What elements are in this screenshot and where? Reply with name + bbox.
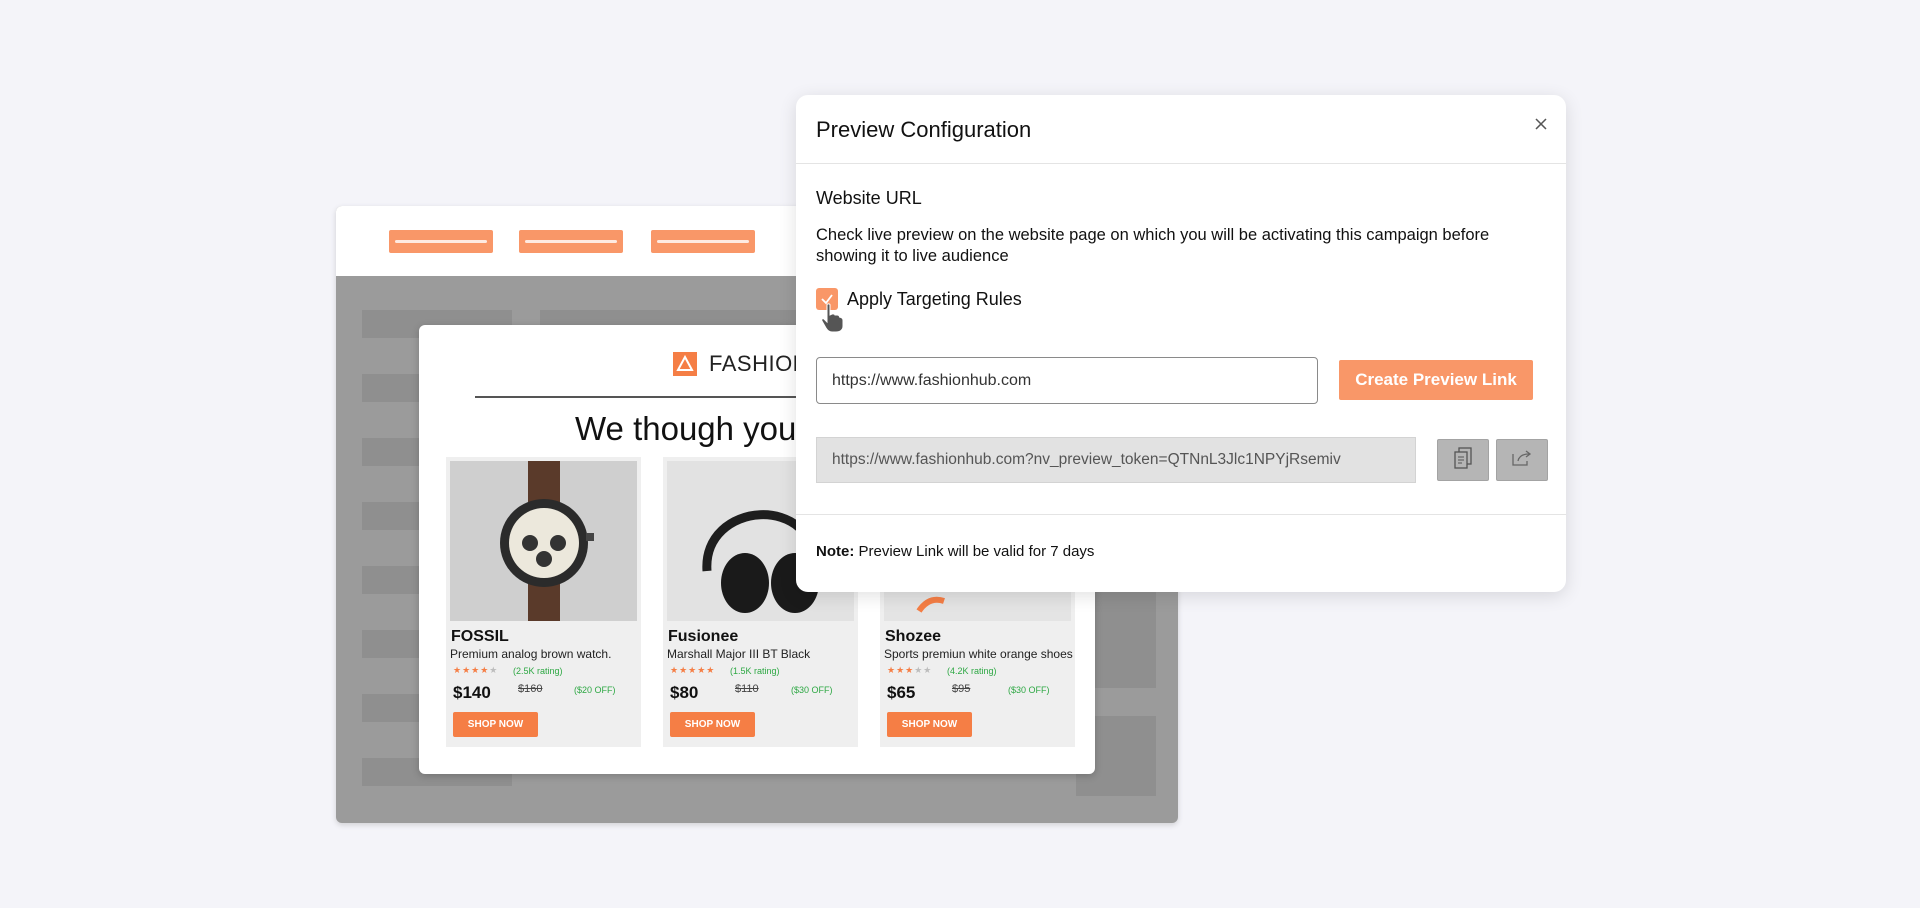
- preview-link-field[interactable]: https://www.fashionhub.com?nv_preview_to…: [816, 437, 1416, 483]
- nav-item: [519, 230, 623, 253]
- shop-now-button[interactable]: SHOP NOW: [887, 712, 972, 737]
- product-description: Sports premiun white orange shoes: [884, 647, 1073, 661]
- share-icon: [1510, 448, 1534, 473]
- product-image-watch: [450, 461, 637, 621]
- product-description: Premium analog brown watch.: [450, 647, 612, 661]
- validity-note: Note: Preview Link will be valid for 7 d…: [816, 543, 1094, 560]
- brand-logo-icon: [673, 352, 697, 376]
- product-card: FOSSIL Premium analog brown watch. ★★★★★…: [446, 457, 641, 747]
- popup-headline: We though you': [575, 410, 803, 447]
- divider: [796, 163, 1566, 164]
- star-rating: ★★★★★: [670, 665, 716, 675]
- note-label: Note:: [816, 543, 855, 560]
- copy-link-button[interactable]: [1437, 439, 1489, 481]
- share-link-button[interactable]: [1496, 439, 1548, 481]
- website-url-input[interactable]: [816, 357, 1318, 404]
- product-brand: Shozee: [885, 628, 942, 645]
- shop-now-button[interactable]: SHOP NOW: [670, 712, 755, 737]
- rating-count: (2.5K rating): [513, 666, 563, 676]
- product-price: $65: [887, 683, 916, 702]
- star-rating: ★★★★★: [887, 665, 933, 675]
- rating-count: (1.5K rating): [730, 666, 780, 676]
- product-old-price: $160: [518, 683, 543, 695]
- preview-configuration-modal: Preview Configuration Website URL Check …: [796, 95, 1566, 592]
- brand: FASHION: [673, 351, 809, 377]
- product-brand: Fusionee: [668, 628, 739, 645]
- product-price: $80: [670, 683, 699, 702]
- product-price: $140: [453, 683, 491, 702]
- divider: [796, 514, 1566, 515]
- rating-count: (4.2K rating): [947, 666, 997, 676]
- modal-title: Preview Configuration: [816, 117, 1032, 142]
- note-text: Preview Link will be valid for 7 days: [854, 543, 1095, 560]
- hand-cursor-icon: [819, 303, 845, 333]
- discount-label: ($30 OFF): [1008, 685, 1050, 695]
- section-description: Check live preview on the website page o…: [816, 226, 1490, 265]
- product-old-price: $95: [952, 683, 971, 695]
- nav-item: [651, 230, 755, 253]
- section-title: Website URL: [816, 188, 922, 208]
- product-description: Marshall Major III BT Black: [667, 647, 811, 661]
- shop-now-button[interactable]: SHOP NOW: [453, 712, 538, 737]
- brand-name: FASHION: [709, 351, 810, 376]
- discount-label: ($20 OFF): [574, 685, 616, 695]
- checkbox-label: Apply Targeting Rules: [847, 289, 1022, 309]
- product-old-price: $110: [735, 683, 759, 695]
- copy-icon: [1452, 446, 1474, 475]
- nav-item: [389, 230, 493, 253]
- discount-label: ($30 OFF): [791, 685, 833, 695]
- close-icon[interactable]: [1531, 114, 1551, 134]
- star-rating: ★★★★★: [453, 665, 499, 675]
- create-preview-link-button[interactable]: Create Preview Link: [1339, 360, 1533, 400]
- product-brand: FOSSIL: [451, 628, 509, 645]
